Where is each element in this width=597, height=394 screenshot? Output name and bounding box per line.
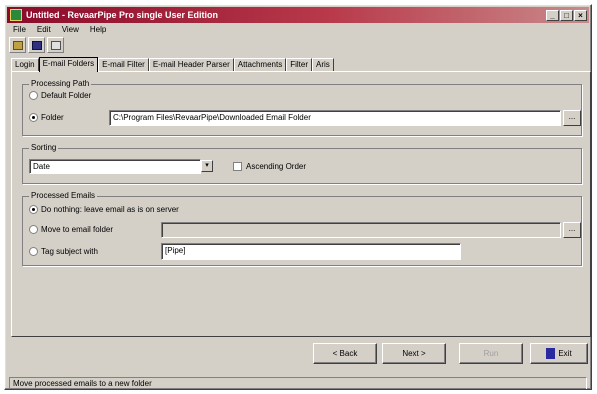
tag-subject-radio-dot: [29, 247, 38, 256]
move-to-folder-radio-dot: [29, 225, 38, 234]
sorting-dropdown-arrow[interactable]: ▾: [201, 160, 213, 172]
folder-radio[interactable]: Folder: [29, 113, 64, 122]
tab-email-filter[interactable]: E-mail Filter: [98, 58, 149, 71]
tab-email-folders[interactable]: E-mail Folders: [38, 57, 99, 72]
exit-button[interactable]: Exit: [530, 343, 588, 364]
folder-label: Folder: [41, 113, 64, 122]
toolbar: [9, 37, 64, 53]
next-label: Next >: [402, 349, 426, 358]
back-label: < Back: [332, 349, 358, 358]
default-folder-radio[interactable]: Default Folder: [29, 91, 91, 100]
status-bar: Move processed emails to a new folder: [9, 377, 587, 389]
run-button-main[interactable]: Run: [459, 343, 523, 364]
back-button[interactable]: < Back: [313, 343, 377, 364]
menu-file[interactable]: File: [11, 25, 28, 34]
move-folder-input[interactable]: [161, 222, 561, 238]
open-button[interactable]: [9, 37, 26, 53]
move-folder-browse-button[interactable]: ...: [563, 222, 581, 238]
do-nothing-radio-dot: [29, 205, 38, 214]
window-title: Untitled - RevaarPipe Pro single User Ed…: [26, 10, 219, 20]
ascending-order-checkbox[interactable]: Ascending Order: [233, 162, 306, 171]
processing-path-title: Processing Path: [29, 79, 92, 88]
ascending-order-label: Ascending Order: [246, 162, 307, 171]
tab-aris[interactable]: Aris: [312, 58, 334, 71]
run-icon: [50, 40, 61, 50]
default-folder-label: Default Folder: [41, 91, 92, 100]
tag-subject-input[interactable]: [Pipe]: [161, 243, 461, 260]
title-bar[interactable]: Untitled - RevaarPipe Pro single User Ed…: [7, 7, 589, 23]
ascending-order-box: [233, 162, 242, 171]
do-nothing-label: Do nothing: leave email as is on server: [41, 205, 179, 214]
exit-label: Exit: [558, 349, 572, 358]
next-button[interactable]: Next >: [382, 343, 446, 364]
tag-subject-radio[interactable]: Tag subject with: [29, 247, 98, 256]
minimize-button[interactable]: _: [546, 9, 559, 21]
sorting-group: Sorting Date ▾ Ascending Order: [22, 143, 582, 184]
processed-emails-title: Processed Emails: [29, 191, 98, 200]
run-button[interactable]: [47, 37, 64, 53]
tab-email-header-parser[interactable]: E-mail Header Parser: [148, 58, 234, 71]
run-label: Run: [483, 349, 499, 358]
exit-icon: [546, 348, 556, 359]
sorting-title: Sorting: [29, 143, 59, 152]
tab-login[interactable]: Login: [11, 58, 39, 71]
folder-path-input[interactable]: C:\Program Files\RevaarPipe\Downloaded E…: [109, 110, 561, 126]
tab-filter[interactable]: Filter: [286, 58, 312, 71]
menu-view[interactable]: View: [60, 25, 81, 34]
menu-edit[interactable]: Edit: [35, 25, 53, 34]
open-icon: [12, 40, 23, 50]
save-icon: [31, 40, 42, 50]
do-nothing-radio[interactable]: Do nothing: leave email as is on server: [29, 205, 179, 214]
default-folder-radio-dot: [29, 91, 38, 100]
main-window: Untitled - RevaarPipe Pro single User Ed…: [4, 4, 592, 390]
save-button[interactable]: [28, 37, 45, 53]
tab-strip: Login E-mail Folders E-mail Filter E-mai…: [11, 57, 581, 72]
move-to-folder-label: Move to email folder: [41, 225, 114, 234]
menu-bar: File Edit View Help: [11, 25, 108, 34]
processed-emails-group: Processed Emails Do nothing: leave email…: [22, 191, 582, 266]
folder-radio-dot: [29, 113, 38, 122]
tab-panel: Processing Path Default Folder Folder C:…: [11, 71, 591, 337]
processing-path-group: Processing Path Default Folder Folder C:…: [22, 79, 582, 136]
tag-subject-label: Tag subject with: [41, 247, 98, 256]
tab-attachments[interactable]: Attachments: [233, 58, 287, 71]
move-to-folder-radio[interactable]: Move to email folder: [29, 225, 113, 234]
maximize-button[interactable]: □: [560, 9, 573, 21]
app-icon: [10, 9, 22, 21]
menu-help[interactable]: Help: [88, 25, 108, 34]
folder-browse-button[interactable]: ...: [563, 110, 581, 126]
close-button[interactable]: ×: [574, 9, 587, 21]
sorting-select[interactable]: Date: [29, 159, 201, 174]
